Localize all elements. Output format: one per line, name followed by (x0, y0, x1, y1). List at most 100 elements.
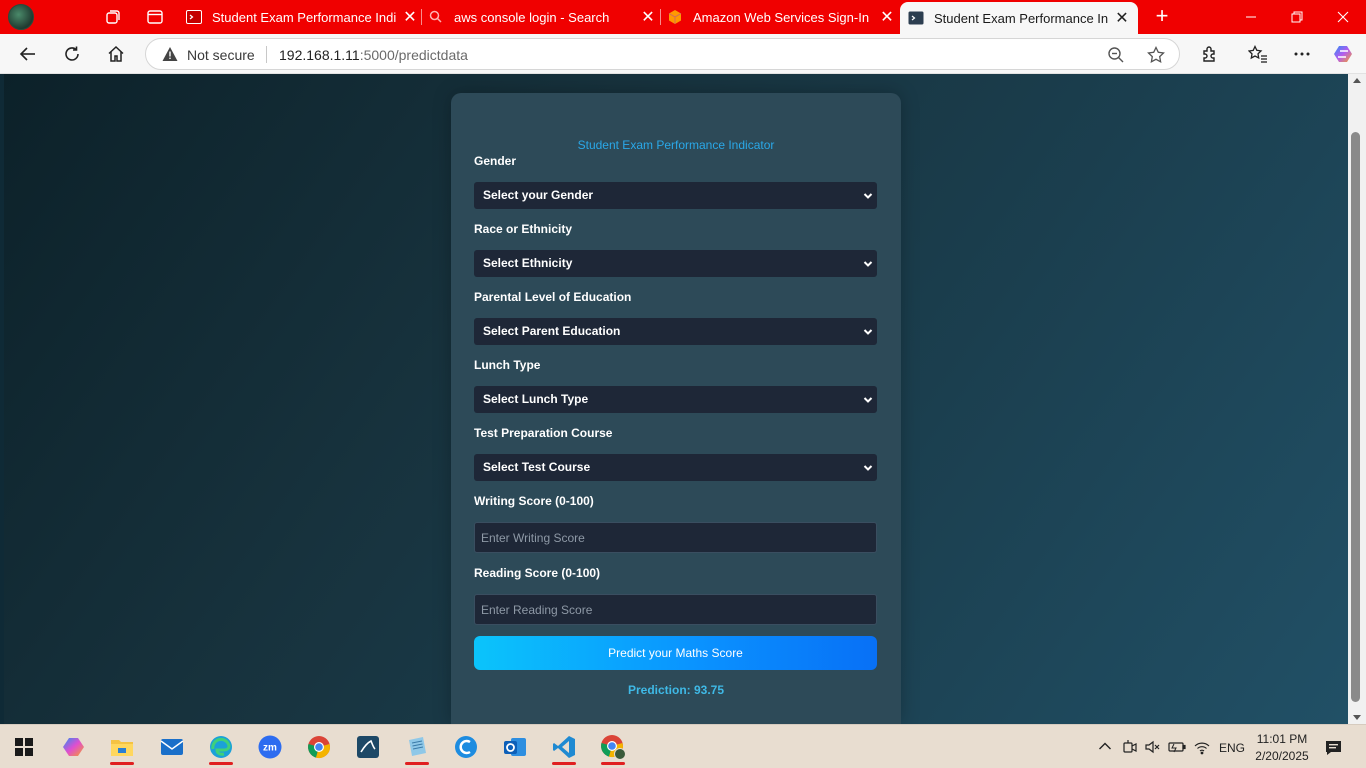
notepad-icon[interactable] (401, 731, 433, 765)
reading-score-input[interactable] (474, 594, 877, 625)
prediction-result: Prediction: 93.75 (627, 683, 725, 697)
chrome-icon[interactable] (303, 731, 335, 763)
start-windows-icon[interactable] (8, 731, 40, 763)
zoom-icon[interactable]: zm (254, 731, 286, 763)
page-title: Student Exam Performance Indicator (577, 138, 775, 152)
vscode-icon[interactable] (548, 731, 580, 765)
profile-avatar[interactable] (8, 4, 34, 30)
chevron-down-icon (863, 261, 873, 267)
running-indicator (601, 762, 625, 765)
running-indicator (110, 762, 134, 765)
ethnicity-label: Race or Ethnicity (474, 222, 573, 236)
minimize-icon[interactable] (1228, 0, 1274, 34)
home-icon[interactable] (104, 42, 128, 66)
url-path: :5000/predictdata (359, 47, 468, 63)
tab-title: Amazon Web Services Sign-In (693, 9, 870, 25)
chevron-down-icon (863, 397, 873, 403)
chrome-profile-icon[interactable] (597, 731, 629, 765)
writing-score-input[interactable] (474, 522, 877, 553)
chevron-up-icon[interactable] (1098, 741, 1112, 751)
refresh-icon[interactable] (60, 42, 84, 66)
running-indicator (405, 762, 429, 765)
tab-separator (421, 9, 422, 25)
volume-muted-icon[interactable] (1144, 739, 1160, 755)
navigation-bar: Not secure 192.168.1.11:5000/predictdata (0, 34, 1366, 74)
close-tab-icon[interactable]: ✕ (402, 7, 418, 27)
chevron-down-icon (863, 465, 873, 471)
parent-education-select[interactable]: Select Parent Education (474, 318, 877, 345)
restore-icon[interactable] (1274, 0, 1320, 34)
back-arrow-icon[interactable] (16, 42, 40, 66)
clock[interactable]: 11:01 PM 2/20/2025 (1252, 731, 1312, 765)
parent-education-label: Parental Level of Education (474, 290, 632, 304)
lunch-type-select[interactable]: Select Lunch Type (474, 386, 877, 413)
copilot-icon[interactable] (1332, 42, 1356, 66)
extensions-icon[interactable] (1198, 42, 1222, 66)
warning-icon[interactable] (162, 46, 178, 62)
ethnicity-select[interactable]: Select Ethnicity (474, 250, 877, 277)
scroll-up-arrow-icon[interactable] (1353, 78, 1361, 83)
mysql-workbench-icon[interactable] (352, 731, 384, 763)
tab-aws-search[interactable]: aws console login - Search ✕ (428, 0, 656, 34)
terminal-icon (186, 10, 202, 24)
edge-icon[interactable] (205, 731, 237, 765)
battery-icon[interactable] (1168, 740, 1186, 754)
prediction-form-card: Student Exam Performance Indicator Gende… (451, 93, 901, 724)
outlook-icon[interactable] (499, 731, 531, 763)
favorites-icon[interactable] (1246, 42, 1270, 66)
close-tab-icon[interactable]: ✕ (879, 7, 895, 27)
terminal-icon (908, 11, 924, 25)
tab-actions-icon[interactable] (146, 8, 164, 26)
running-indicator (209, 762, 233, 765)
tab-student-exam-active[interactable]: Student Exam Performance Indica ✕ (900, 2, 1138, 34)
svg-text:zm: zm (263, 743, 277, 754)
meet-now-icon[interactable] (1121, 739, 1137, 755)
lunch-type-label: Lunch Type (474, 358, 541, 372)
wifi-icon[interactable] (1194, 739, 1210, 755)
url-text[interactable]: 192.168.1.11:5000/predictdata (279, 47, 468, 63)
url-divider (266, 46, 267, 63)
gender-select-value: Select your Gender (483, 188, 594, 202)
tab-title: Student Exam Performance Indica (212, 9, 396, 25)
file-explorer-icon[interactable] (106, 731, 138, 765)
tab-aws-signin[interactable]: Amazon Web Services Sign-In ✕ (667, 0, 895, 34)
tab-student-exam-1[interactable]: Student Exam Performance Indica ✕ (186, 0, 418, 34)
chevron-down-icon (863, 193, 873, 199)
page-scrollbar[interactable] (1348, 74, 1366, 724)
workspaces-icon[interactable] (104, 8, 122, 26)
language-indicator[interactable]: ENG (1219, 741, 1245, 755)
new-tab-icon[interactable]: + (1150, 5, 1174, 29)
gender-select[interactable]: Select your Gender (474, 182, 877, 209)
copilot-icon[interactable] (58, 731, 90, 763)
mail-icon[interactable] (156, 731, 188, 763)
clock-date: 2/20/2025 (1255, 749, 1309, 763)
notifications-icon[interactable] (1325, 740, 1342, 756)
chevron-down-icon (863, 329, 873, 335)
reading-score-label: Reading Score (0-100) (474, 566, 601, 580)
more-options-icon[interactable] (1290, 42, 1314, 66)
clock-time: 11:01 PM (1256, 732, 1308, 746)
tab-separator (660, 9, 661, 25)
url-host: 192.168.1.11 (279, 47, 360, 63)
test-course-select-value: Select Test Course (483, 460, 591, 474)
search-icon (429, 10, 442, 23)
predict-button[interactable]: Predict your Maths Score (474, 636, 877, 670)
ccleaner-icon[interactable] (450, 731, 482, 763)
scroll-thumb[interactable] (1351, 132, 1360, 702)
tab-title: Student Exam Performance Indica (934, 10, 1108, 26)
close-window-icon[interactable] (1320, 0, 1366, 34)
favorite-star-icon[interactable] (1147, 46, 1165, 64)
close-tab-icon[interactable]: ✕ (1114, 8, 1130, 28)
tab-title: aws console login - Search (454, 9, 610, 25)
close-tab-icon[interactable]: ✕ (640, 7, 656, 27)
ethnicity-select-value: Select Ethnicity (483, 256, 573, 270)
test-course-select[interactable]: Select Test Course (474, 454, 877, 481)
lunch-type-select-value: Select Lunch Type (483, 392, 589, 406)
address-bar[interactable]: Not secure 192.168.1.11:5000/predictdata (145, 38, 1180, 70)
not-secure-label[interactable]: Not secure (187, 47, 255, 63)
gender-label: Gender (474, 154, 517, 168)
running-indicator (552, 762, 576, 765)
zoom-out-icon[interactable] (1107, 46, 1125, 64)
scroll-down-arrow-icon[interactable] (1353, 715, 1361, 720)
aws-cube-icon (668, 10, 682, 24)
